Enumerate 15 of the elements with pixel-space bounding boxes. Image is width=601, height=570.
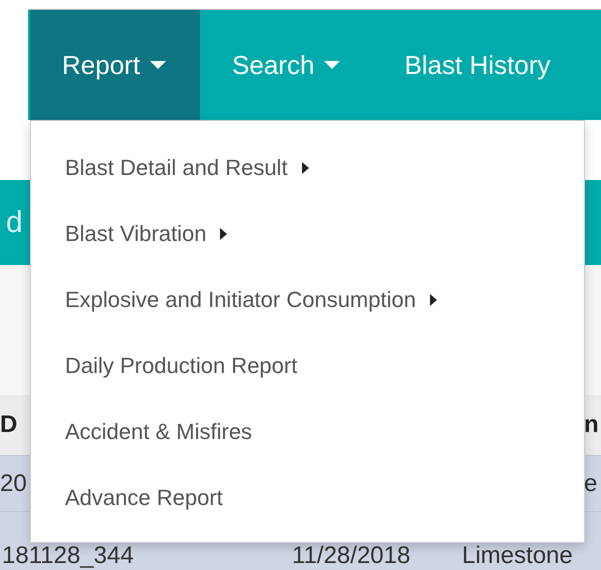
table-cell: e — [584, 470, 598, 498]
menu-item[interactable]: Blast Detail and Result — [31, 135, 584, 201]
menu-item[interactable]: Explosive and Initiator Consumption — [31, 267, 584, 333]
menu-item[interactable]: Advance Report — [31, 465, 584, 531]
menu-item[interactable]: Blast Vibration — [31, 201, 584, 267]
table-cell: 181128_344 — [2, 542, 134, 570]
table-cell: Limestone — [462, 542, 573, 570]
page-heading: d — [6, 206, 23, 240]
column-header: D — [0, 411, 18, 439]
menu-item[interactable]: Accident & Misfires — [31, 399, 584, 465]
nav-menu-item[interactable]: Report — [30, 10, 200, 120]
table-cell: 20 — [0, 470, 27, 498]
table-cell: 11/28/2018 — [292, 542, 410, 570]
menu-item[interactable]: Daily Production Report — [31, 333, 584, 399]
column-header: n — [584, 411, 599, 439]
